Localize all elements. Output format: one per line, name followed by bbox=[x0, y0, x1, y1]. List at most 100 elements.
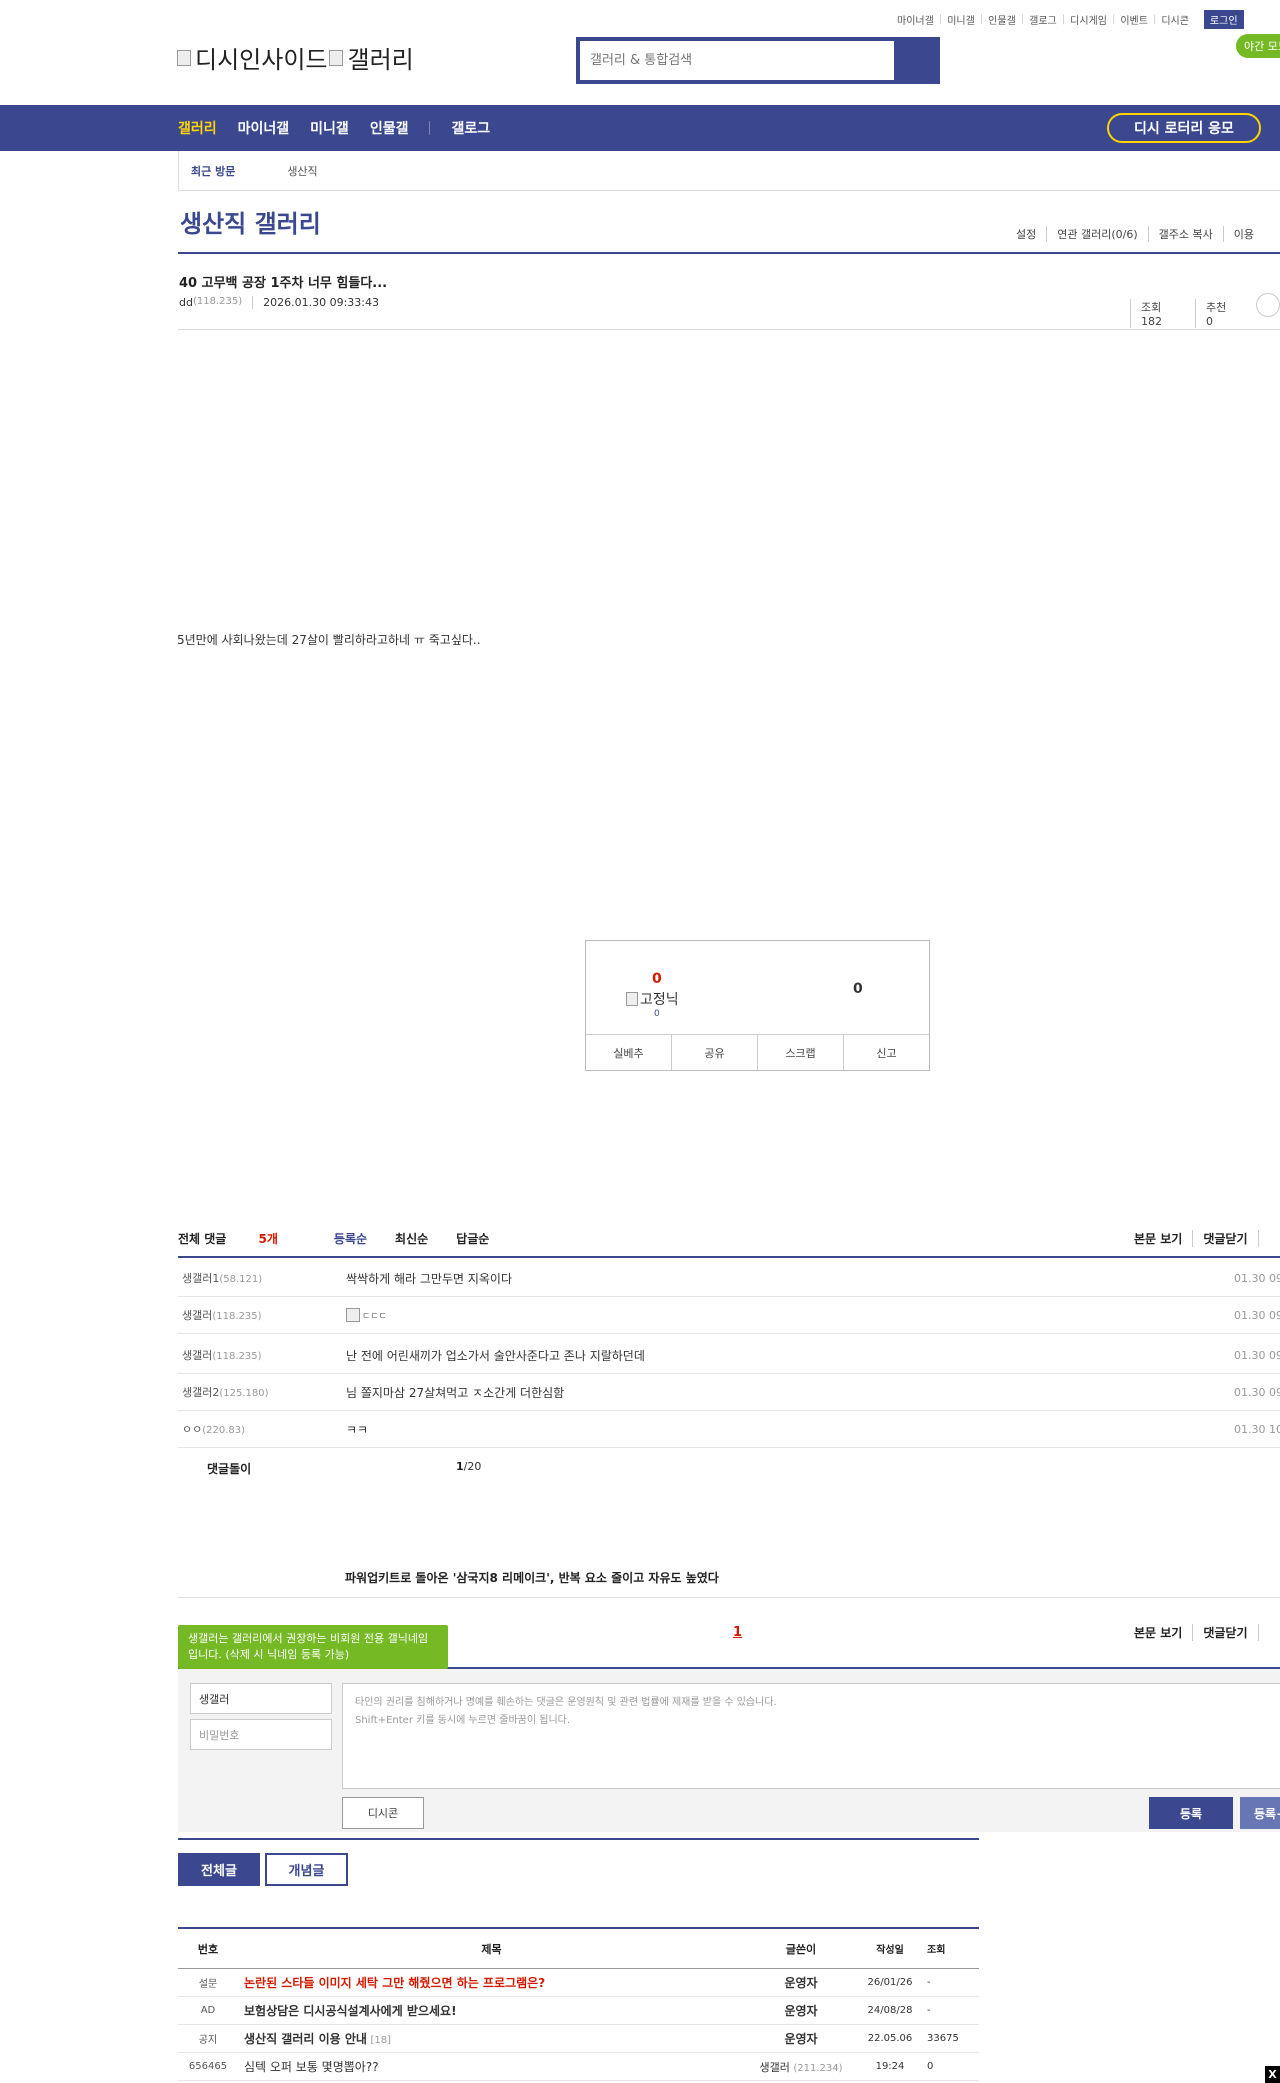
post-title: 40 고무백 공장 1주차 너무 힘들다... bbox=[179, 276, 388, 291]
comment-nick[interactable]: 생갤러1(58.121) bbox=[182, 1270, 262, 1286]
search-button[interactable] bbox=[894, 41, 936, 80]
best-recommend-button[interactable]: 실베추 bbox=[586, 1035, 672, 1070]
util-dccon[interactable]: 디시콘 bbox=[1156, 12, 1194, 27]
close-ad-button[interactable]: X bbox=[1265, 2066, 1280, 2083]
nav-gallog[interactable]: 갤로그 bbox=[451, 118, 490, 138]
post-author[interactable]: dd bbox=[179, 296, 193, 309]
util-person-gallery[interactable]: 인물갤 bbox=[983, 12, 1021, 27]
table-row[interactable]: 설문 논란된 스타들 이미지 세탁 그만 해줬으면 하는 프로그램은? 운영자 … bbox=[178, 1969, 979, 1997]
col-writer: 글쓴이 bbox=[785, 1942, 817, 1956]
refresh-comments-link-bottom[interactable] bbox=[1257, 1624, 1279, 1641]
main-nav-bar: 갤러리 마이너갤 미니갤 인물갤 갤로그 디시 로터리 응모 bbox=[0, 105, 1280, 151]
comment-nick[interactable]: ㅇㅇ(220.83) bbox=[182, 1421, 245, 1437]
sort-registered[interactable]: 등록순 bbox=[334, 1230, 367, 1247]
comment-nick-text: 생갤러1 bbox=[182, 1272, 220, 1285]
nav-person-gallery[interactable]: 인물갤 bbox=[370, 118, 409, 138]
row-subject[interactable]: 보험상담은 디시공식설계사에게 받으세요! bbox=[244, 2004, 457, 2018]
site-logo[interactable]: 디시인사이드 갤러리 bbox=[177, 40, 414, 75]
recent-visit-item[interactable]: 생산직 bbox=[287, 163, 317, 179]
comment-jump-icon[interactable] bbox=[1256, 293, 1280, 317]
broken-image-icon bbox=[626, 992, 638, 1006]
comment-ip: (58.121) bbox=[219, 1274, 263, 1285]
view-post-link[interactable]: 본문 보기 bbox=[1124, 1230, 1192, 1247]
login-button[interactable]: 로그인 bbox=[1203, 10, 1244, 29]
gallery-usage-link[interactable]: 이용 bbox=[1224, 226, 1264, 242]
comment-bot-page-total: /20 bbox=[463, 1460, 482, 1473]
tab-all-posts[interactable]: 전체글 bbox=[178, 1853, 260, 1886]
table-row[interactable]: AD 보험상담은 디시공식설계사에게 받으세요! 운영자 24/08/28 - bbox=[178, 1997, 979, 2025]
view-post-link-bottom[interactable]: 본문 보기 bbox=[1124, 1624, 1192, 1641]
recent-visit-label[interactable]: 최근 방문 bbox=[178, 150, 247, 191]
gallery-title[interactable]: 생산직 갤러리 bbox=[180, 204, 321, 239]
row-subject[interactable]: 논란된 스타들 이미지 세탁 그만 해줬으면 하는 프로그램은? bbox=[244, 1976, 545, 1990]
comment-ip: (118.235) bbox=[212, 1311, 262, 1322]
comment-bot-label[interactable]: 댓글돌이 bbox=[207, 1460, 251, 1477]
util-mini-gallery[interactable]: 미니갤 bbox=[942, 12, 980, 27]
util-gallog[interactable]: 갤로그 bbox=[1024, 12, 1062, 27]
search-input[interactable] bbox=[580, 41, 894, 80]
comment-row: 생갤러(118.235) 난 전에 어린새끼가 업소가서 술안사준다고 존나 지… bbox=[178, 1337, 1280, 1374]
nickname-field[interactable]: 생갤러 bbox=[190, 1683, 332, 1714]
sort-replies[interactable]: 답글순 bbox=[456, 1230, 489, 1247]
lottery-button[interactable]: 디시 로터리 응모 bbox=[1107, 113, 1261, 143]
downvote-count[interactable]: 0 bbox=[853, 981, 863, 997]
comments-total: 전체 댓글 5개 bbox=[178, 1230, 306, 1247]
col-subject: 제목 bbox=[481, 1942, 502, 1956]
news-headline-link[interactable]: 파워업키트로 돌아온 '삼국지8 리메이크', 반복 요소 줄이고 자유도 높였… bbox=[345, 1569, 719, 1586]
scrap-button[interactable]: 스크랩 bbox=[758, 1035, 844, 1070]
util-minor-gallery[interactable]: 마이너갤 bbox=[892, 12, 939, 27]
comment-page-link[interactable]: 1 bbox=[733, 1625, 742, 1640]
night-mode-toggle[interactable]: 야간 모드 bbox=[1236, 34, 1280, 58]
nav-gallery[interactable]: 갤러리 bbox=[178, 118, 217, 138]
copy-gallery-address-link[interactable]: 갤주소 복사 bbox=[1149, 226, 1224, 242]
table-row[interactable]: 656465 심텍 오퍼 보통 몇명뽑아?? 생갤러 (211.234) 19:… bbox=[178, 2053, 979, 2081]
nav-minor-gallery[interactable]: 마이너갤 bbox=[238, 118, 290, 138]
row-writer[interactable]: 생갤러 (211.234) bbox=[745, 2059, 857, 2075]
table-row[interactable]: 공지 생산직 갤러리 이용 안내 [18] 운영자 22.05.06 33675 bbox=[178, 2025, 979, 2053]
row-no: 설문 bbox=[198, 1979, 218, 1990]
comment-textarea[interactable]: 타인의 권리를 침해하거나 명예를 훼손하는 댓글은 운영원칙 및 관련 법률에… bbox=[342, 1683, 1280, 1789]
comment-text: 님 쫄지마삼 27살쳐먹고 ㅈ소간게 더한심함 bbox=[346, 1385, 565, 1400]
util-event[interactable]: 이벤트 bbox=[1115, 12, 1153, 27]
post-info: dd (118.235) 2026.01.30 09:33:43 bbox=[179, 296, 379, 309]
dccon-button[interactable]: 디시콘 bbox=[342, 1797, 424, 1829]
row-no: 656465 bbox=[188, 2061, 228, 2072]
password-field[interactable]: 비밀번호 bbox=[190, 1719, 332, 1750]
row-writer-ip: (211.234) bbox=[793, 2062, 843, 2074]
related-gallery-link[interactable]: 연관 갤러리(0/6) bbox=[1047, 226, 1149, 242]
comment-ip: (220.83) bbox=[202, 1425, 246, 1436]
post-recommend-count: 추천 0 bbox=[1195, 299, 1246, 328]
comment-ip: (125.180) bbox=[219, 1388, 269, 1399]
comment-row: 생갤러(118.235) ㄷㄷㄷ 01.30 09 bbox=[178, 1297, 1280, 1334]
row-subject[interactable]: 심텍 오퍼 보통 몇명뽑아?? bbox=[244, 2060, 379, 2074]
comment-time: 01.30 09 bbox=[1234, 1271, 1280, 1285]
sort-latest[interactable]: 최신순 bbox=[395, 1230, 428, 1247]
row-subject[interactable]: 생산직 갤러리 이용 안내 bbox=[244, 2032, 367, 2046]
report-button[interactable]: 신고 bbox=[844, 1035, 929, 1070]
post-list: 번호 제목 글쓴이 작성일 조회 설문 논란된 스타들 이미지 세탁 그만 해줬… bbox=[178, 1927, 979, 2081]
submit-comment-button[interactable]: 등록 bbox=[1149, 1797, 1233, 1829]
gallery-menu: 설정 연관 갤러리(0/6) 갤주소 복사 이용 bbox=[1006, 226, 1264, 242]
tab-concept-posts[interactable]: 개념글 bbox=[265, 1853, 348, 1886]
comment-nick[interactable]: 생갤러(118.235) bbox=[182, 1307, 262, 1323]
nav-mini-gallery[interactable]: 미니갤 bbox=[310, 118, 349, 138]
comment-bot-page-current: 1 bbox=[456, 1460, 464, 1473]
share-button[interactable]: 공유 bbox=[672, 1035, 758, 1070]
close-comments-link[interactable]: 댓글닫기 bbox=[1192, 1230, 1257, 1247]
row-writer[interactable]: 운영자 bbox=[745, 1974, 857, 1991]
gallery-settings-link[interactable]: 설정 bbox=[1006, 226, 1048, 242]
row-writer[interactable]: 운영자 bbox=[745, 2002, 857, 2019]
refresh-comments-link[interactable] bbox=[1257, 1230, 1279, 1247]
fixed-upvote-count: 0 bbox=[654, 1009, 660, 1019]
row-writer[interactable]: 운영자 bbox=[745, 2030, 857, 2047]
submit-recommend-button[interactable]: 등록+추천 bbox=[1240, 1797, 1280, 1829]
close-comments-link-bottom[interactable]: 댓글닫기 bbox=[1192, 1624, 1257, 1641]
comment-nick[interactable]: 생갤러(118.235) bbox=[182, 1347, 262, 1363]
comment-row: 생갤러1(58.121) 싹싹하게 해라 그만두면 지옥이다 01.30 09 bbox=[178, 1260, 1280, 1297]
comment-nick-text: 생갤러2 bbox=[182, 1386, 220, 1399]
comment-nick-text: 생갤러 bbox=[182, 1309, 213, 1322]
upvote-count[interactable]: 0 bbox=[652, 971, 662, 987]
util-dc-game[interactable]: 디시게임 bbox=[1065, 12, 1112, 27]
comment-nick[interactable]: 생갤러2(125.180) bbox=[182, 1384, 269, 1400]
comments-footer-links: 본문 보기 댓글닫기 bbox=[1124, 1624, 1279, 1641]
